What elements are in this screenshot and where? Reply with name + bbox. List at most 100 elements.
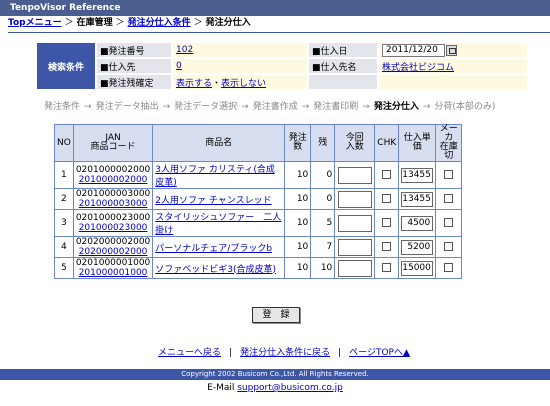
table-row: 2 0201000003000 201000003000 2人用ソファ チャンスレ…	[54, 188, 463, 210]
row-today-qty-input[interactable]	[337, 238, 372, 256]
row-qty: 10	[284, 161, 312, 189]
link-dot: ・	[212, 78, 222, 89]
breadcrumb-separator: ＞	[193, 18, 203, 28]
row-qty: 10	[284, 236, 312, 258]
order-number-link[interactable]: 102	[176, 45, 193, 55]
row-today-qty-input[interactable]	[337, 259, 372, 277]
row-remain: 0	[310, 161, 336, 189]
row-item-code-link[interactable]: 201000023000	[76, 223, 150, 233]
row-jan-code: 0201000003000	[75, 189, 151, 199]
row-today-qty-input[interactable]	[337, 214, 372, 232]
row-item-code-link[interactable]: 201000003000	[76, 199, 150, 209]
col-qty-header: 発注数	[284, 124, 312, 162]
col-jan-header: JAN 商品コード	[72, 124, 154, 162]
step-arrow: →	[422, 102, 431, 112]
row-item-name-link[interactable]: 3人用ソファ カリスティ(合成皮革)	[155, 165, 275, 188]
step-distribution: 分荷(本部のみ)	[434, 102, 496, 112]
col-remain-header: 残	[310, 124, 336, 162]
row-jan: 0201000002000 201000002000	[72, 161, 154, 189]
breadcrumb-top-link[interactable]: Topメニュー	[8, 18, 62, 28]
row-jan: 0201000003000 201000003000	[72, 188, 154, 210]
row-chk-checkbox[interactable]	[382, 242, 392, 251]
register-button[interactable]: 登 録	[252, 307, 300, 323]
workflow-steps: 発注条件 → 発注データ抽出 → 発注データ選択 → 発注書作成 → 発注書印刷 → 発注分仕入 → 分…	[44, 99, 495, 112]
supplier-name-link[interactable]: 株式会社ビジコム	[382, 63, 454, 73]
step-arrow: →	[241, 102, 249, 112]
supplier-code-link[interactable]: 0	[176, 61, 182, 71]
row-today-qty-input[interactable]	[337, 166, 372, 184]
copyright-bar: Copyright 2002 Busicom Co.,Ltd. All Righ…	[0, 369, 550, 380]
table-row: 4 0202000002000 202000002000 パーソナルチェア/ブラッ…	[54, 236, 463, 258]
row-chk-checkbox[interactable]	[382, 194, 392, 203]
search-conditions-panel: 検索条件 ■発注番号 102 ■仕入日 2011/12/20 ■仕入先 0 ■仕…	[35, 41, 529, 91]
footer-links: メニューへ戻る | 発注分仕入条件に戻る | ページTOPへ▲	[158, 345, 410, 358]
empty-label	[309, 75, 377, 89]
row-item-code-link[interactable]: 202000002000	[76, 247, 150, 257]
header-divider	[8, 32, 550, 33]
calendar-icon[interactable]	[446, 44, 457, 56]
step-data-select: 発注データ選択	[174, 102, 238, 112]
breadcrumb-separator: ＞	[64, 18, 74, 28]
row-maker-out-checkbox[interactable]	[444, 242, 454, 251]
step-arrow: →	[301, 102, 310, 112]
step-arrow: →	[362, 102, 370, 112]
row-item-code-link[interactable]: 201000002000	[76, 175, 150, 185]
row-chk-checkbox[interactable]	[382, 170, 392, 179]
row-maker-out-checkbox[interactable]	[444, 263, 454, 272]
row-chk-checkbox[interactable]	[382, 263, 392, 272]
row-remain: 0	[310, 188, 336, 210]
col-maker-header: メーカ 在庫切	[435, 124, 463, 162]
row-price-input[interactable]: 15000	[401, 260, 434, 276]
row-qty: 10	[284, 188, 312, 210]
col-chk-header: CHK	[374, 124, 400, 162]
row-item-name-link[interactable]: ソファベッドビギ3(合成皮革)	[155, 265, 276, 275]
order-remaining-label: ■発注残確定	[97, 75, 171, 89]
step-arrow: →	[162, 102, 171, 112]
email-label: E-Mail	[207, 383, 235, 393]
show-link[interactable]: 表示する	[176, 79, 212, 89]
back-to-condition-link[interactable]: 発注分仕入条件に戻る	[240, 348, 330, 358]
row-item-name-link[interactable]: スタイリッシュソファー 二人掛け	[155, 213, 281, 236]
step-order-purchase-current: 発注分仕入	[373, 102, 419, 112]
row-jan-code: 0201000023000	[75, 213, 151, 223]
hide-link[interactable]: 表示しない	[221, 79, 266, 89]
window-title: TenpoVisor Reference	[0, 0, 550, 16]
row-jan: 0202000002000 202000002000	[72, 236, 154, 258]
purchase-date-input[interactable]: 2011/12/20	[382, 43, 445, 57]
row-qty: 10	[284, 257, 312, 279]
row-maker-out-checkbox[interactable]	[444, 170, 454, 179]
col-no-header: NO	[54, 124, 74, 162]
row-item-name-link[interactable]: パーソナルチェア/ブラックb	[155, 244, 272, 254]
row-maker-out-checkbox[interactable]	[444, 194, 454, 203]
row-name: ソファベッドビギ3(合成皮革)	[152, 257, 286, 279]
row-item-code-link[interactable]: 201000001000	[76, 268, 150, 278]
email-link[interactable]: support@busicom.co.jp	[237, 383, 343, 393]
breadcrumb-order-condition-link[interactable]: 発注分仕入条件	[128, 18, 191, 28]
row-item-name-link[interactable]: 2人用ソファ チャンスレッド	[155, 196, 271, 206]
row-no: 3	[54, 209, 74, 237]
row-price-input[interactable]: 13455	[401, 191, 434, 207]
breadcrumb-current: 発注分仕入	[205, 18, 251, 28]
step-create-order: 発注書作成	[252, 102, 298, 112]
supplier-label: ■仕入先	[97, 59, 171, 73]
back-to-menu-link[interactable]: メニューへ戻る	[158, 348, 221, 358]
row-maker-out-checkbox[interactable]	[444, 218, 454, 227]
row-today-qty-input[interactable]	[337, 190, 372, 208]
search-conditions-header: 検索条件	[37, 43, 95, 89]
row-chk-checkbox[interactable]	[382, 218, 392, 227]
breadcrumb-separator: ＞	[115, 18, 125, 28]
breadcrumb: Topメニュー＞在庫管理＞発注分仕入条件＞発注分仕入	[8, 17, 251, 30]
breadcrumb-inventory: 在庫管理	[76, 18, 113, 28]
row-name: 3人用ソファ カリスティ(合成皮革)	[152, 161, 286, 189]
row-name: 2人用ソファ チャンスレッド	[152, 188, 286, 210]
row-remain: 10	[310, 257, 336, 279]
row-jan: 0201000001000 201000001000	[72, 257, 154, 279]
col-price-header: 仕入単価	[398, 124, 437, 162]
page-top-link[interactable]: ページTOPへ▲	[349, 348, 410, 358]
row-price-input[interactable]: 13455	[401, 167, 434, 183]
col-today-header: 今回 入数	[334, 124, 376, 162]
row-price-input[interactable]: 4500	[401, 215, 434, 231]
row-qty: 10	[284, 209, 312, 237]
empty-value	[379, 75, 527, 89]
row-price-input[interactable]: 5200	[401, 239, 434, 255]
